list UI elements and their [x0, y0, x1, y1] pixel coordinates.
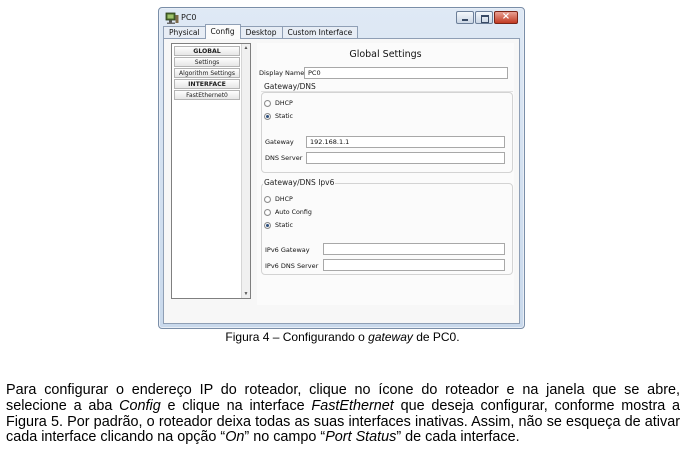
paragraph-italic-fastethernet: FastEthernet [311, 397, 394, 414]
panel-title: Global Settings [349, 49, 422, 60]
dns-server-field[interactable] [306, 152, 505, 164]
dhcp-label: DHCP [275, 100, 293, 107]
maximize-button[interactable] [475, 11, 493, 24]
dhcp-radio[interactable] [264, 100, 271, 107]
ipv6-dhcp-radio[interactable] [264, 196, 271, 203]
caption-suffix: de PC0. [412, 330, 460, 344]
ipv6-dns-server-field[interactable] [323, 259, 505, 271]
tab-bar: Physical Config Desktop Custom Interface [163, 24, 359, 39]
ipv6-auto-config-option[interactable]: Auto Config [264, 209, 312, 216]
display-name-field[interactable]: PC0 [304, 67, 508, 79]
ipv6-auto-config-radio[interactable] [264, 209, 271, 216]
gateway-label: Gateway [265, 138, 294, 146]
dhcp-option[interactable]: DHCP [264, 100, 293, 107]
dns-server-label: DNS Server [265, 154, 303, 162]
sidebar-item-fastethernet0[interactable]: FastEthernet0 [174, 90, 240, 100]
global-settings-panel: Global Settings Display Name PC0 Gateway… [257, 43, 514, 305]
ipv6-static-label: Static [275, 222, 294, 229]
minimize-button[interactable] [456, 11, 474, 24]
scroll-up-icon[interactable]: ▲ [242, 44, 250, 52]
paragraph-text-2: e clique na interface [160, 397, 312, 414]
paragraph-text-4: ” no campo “ [244, 429, 326, 446]
body-paragraph: Para configurar o endereço IP do roteado… [6, 382, 680, 446]
ipv6-static-option[interactable]: Static [264, 222, 293, 229]
sidebar-item-settings[interactable]: Settings [174, 57, 240, 67]
gateway-dns-ipv6-title: Gateway/DNS Ipv6 [263, 178, 336, 187]
display-name-label: Display Name [259, 69, 305, 77]
pc0-config-window: PC0 × Physical Config Desktop Custom Int… [158, 7, 525, 329]
gateway-field[interactable]: 192.168.1.1 [306, 136, 505, 148]
ipv6-gateway-label: IPv6 Gateway [265, 246, 310, 254]
sidebar-scrollbar[interactable]: ▲ ▼ [241, 44, 250, 298]
sidebar-header-interface[interactable]: INTERFACE [174, 79, 240, 89]
pc-app-icon [165, 12, 179, 24]
ipv6-auto-config-label: Auto Config [275, 209, 312, 216]
ipv6-static-radio[interactable] [264, 222, 271, 229]
sidebar-header-global[interactable]: GLOBAL [174, 46, 240, 56]
sidebar-item-algorithm-settings[interactable]: Algorithm Settings [174, 68, 240, 78]
config-panel: GLOBAL Settings Algorithm Settings INTER… [163, 38, 520, 324]
paragraph-text-5: ” de cada interface. [396, 429, 520, 446]
close-icon: × [501, 11, 511, 22]
config-sidebar: GLOBAL Settings Algorithm Settings INTER… [171, 43, 251, 299]
static-option[interactable]: Static [264, 113, 293, 120]
caption-prefix: Figura 4 – Configurando o [225, 330, 369, 344]
scroll-down-icon[interactable]: ▼ [242, 290, 250, 298]
paragraph-italic-port-status: Port Status [325, 429, 397, 446]
tab-config[interactable]: Config [204, 24, 241, 39]
ipv6-dhcp-label: DHCP [275, 196, 293, 203]
ipv6-gateway-field[interactable] [323, 243, 505, 255]
figure-caption: Figura 4 – Configurando o gateway de PC0… [0, 330, 685, 344]
window-title: PC0 [181, 13, 197, 22]
close-button[interactable]: × [494, 11, 518, 24]
window-controls: × [456, 11, 518, 24]
caption-italic: gateway [368, 330, 413, 344]
ipv6-dhcp-option[interactable]: DHCP [264, 196, 293, 203]
static-radio[interactable] [264, 113, 271, 120]
ipv6-dns-server-label: IPv6 DNS Server [265, 262, 319, 270]
paragraph-italic-config: Config [119, 397, 161, 414]
static-label: Static [275, 113, 294, 120]
paragraph-italic-on: On [225, 429, 245, 446]
gateway-dns-title: Gateway/DNS [263, 82, 317, 91]
